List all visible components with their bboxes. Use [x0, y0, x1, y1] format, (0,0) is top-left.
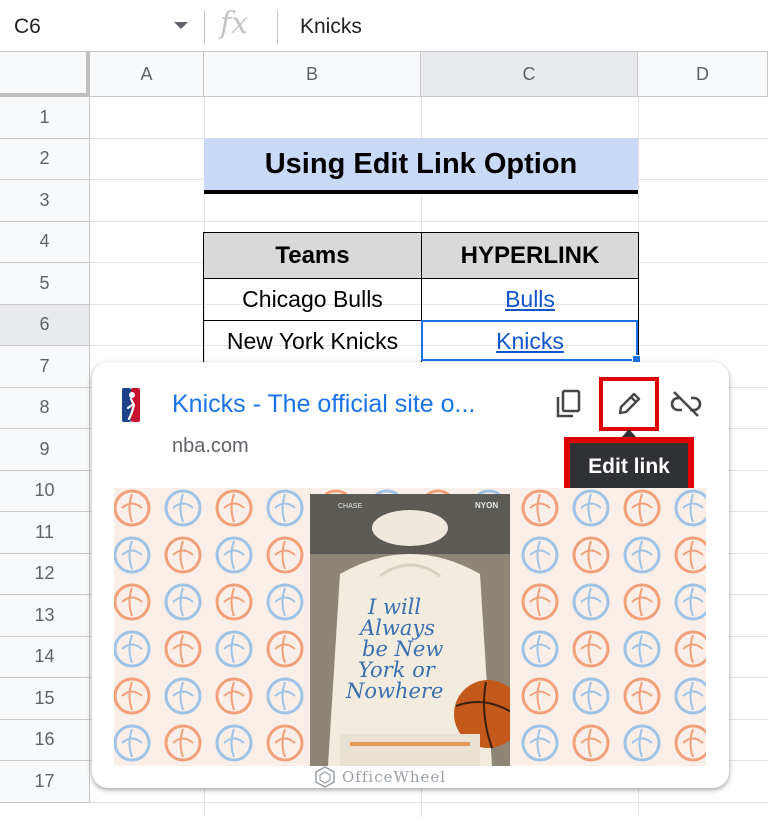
gridline — [90, 220, 768, 222]
link-title[interactable]: Knicks - The official site o... — [172, 390, 532, 419]
row-header-6[interactable]: 6 — [0, 304, 90, 346]
row-header-9[interactable]: 9 — [0, 429, 90, 471]
nba-logo-icon — [122, 388, 140, 422]
table-header-teams[interactable]: Teams — [203, 232, 422, 279]
column-header-a[interactable]: A — [90, 52, 204, 97]
table-cell-team[interactable]: New York Knicks — [203, 320, 422, 363]
hyperlink-bulls[interactable]: Bulls — [505, 286, 555, 312]
formula-bar: C6 fx Knicks — [0, 0, 768, 52]
tooltip-arrow — [622, 429, 636, 437]
formula-input[interactable]: Knicks — [300, 15, 362, 39]
row-header-3[interactable]: 3 — [0, 180, 90, 222]
row-header-2[interactable]: 2 — [0, 138, 90, 180]
name-box-value: C6 — [14, 15, 41, 38]
row-header-12[interactable]: 12 — [0, 553, 90, 595]
spreadsheet-window: C6 fx Knicks ABCD 1 2 3 4 5 6 7 8 9 10 11 12 13 14 15 1… — [0, 0, 768, 817]
officewheel-watermark: OfficeWheel — [314, 766, 446, 788]
row-header-4[interactable]: 4 — [0, 221, 90, 263]
divider — [204, 10, 205, 44]
row-header-17[interactable]: 17 — [0, 761, 90, 803]
row-header-15[interactable]: 15 — [0, 678, 90, 720]
row-header-5[interactable]: 5 — [0, 263, 90, 305]
link-preview-image[interactable]: CHASE NYON I will Always be New York or … — [114, 488, 706, 766]
copy-icon — [556, 389, 581, 418]
select-all-corner[interactable] — [0, 52, 90, 97]
svg-text:Nowhere: Nowhere — [345, 679, 443, 703]
remove-link-button[interactable] — [667, 385, 705, 423]
table-cell-team[interactable]: Chicago Bulls — [203, 278, 422, 321]
row-header-14[interactable]: 14 — [0, 636, 90, 678]
watermark-text: OfficeWheel — [342, 768, 447, 786]
hoodie-photo: CHASE NYON I will Always be New York or … — [310, 494, 510, 766]
nyon-badge-text: NYON — [475, 501, 498, 510]
officewheel-logo-icon — [315, 766, 335, 788]
column-header-c[interactable]: C — [421, 52, 638, 97]
edit-button-highlight — [599, 377, 659, 431]
divider — [277, 10, 278, 44]
column-header-d[interactable]: D — [638, 52, 768, 97]
row-header-7[interactable]: 7 — [0, 346, 90, 388]
row-header-11[interactable]: 11 — [0, 512, 90, 554]
gridline — [90, 801, 768, 803]
active-cell-selection — [421, 320, 638, 361]
row-header-10[interactable]: 10 — [0, 470, 90, 512]
row-header-8[interactable]: 8 — [0, 387, 90, 429]
copy-link-button[interactable] — [549, 385, 587, 423]
unlink-icon — [670, 391, 702, 417]
row-header-16[interactable]: 16 — [0, 719, 90, 761]
row-header-13[interactable]: 13 — [0, 595, 90, 637]
link-preview-card: Knicks - The official site o... nba.com — [92, 362, 729, 788]
edit-link-tooltip: Edit link — [570, 443, 688, 491]
sheet-title-cell[interactable]: Using Edit Link Option — [204, 138, 638, 194]
column-header-b[interactable]: B — [204, 52, 421, 97]
table-header-hyperlink[interactable]: HYPERLINK — [421, 232, 639, 279]
chase-badge-text: CHASE — [338, 503, 362, 510]
row-header-1[interactable]: 1 — [0, 97, 90, 139]
name-box[interactable]: C6 — [0, 0, 200, 52]
fx-icon: fx — [220, 6, 249, 41]
table-cell-link[interactable]: Bulls — [421, 278, 639, 321]
dropdown-arrow-icon[interactable] — [174, 22, 188, 29]
link-domain: nba.com — [172, 435, 249, 457]
